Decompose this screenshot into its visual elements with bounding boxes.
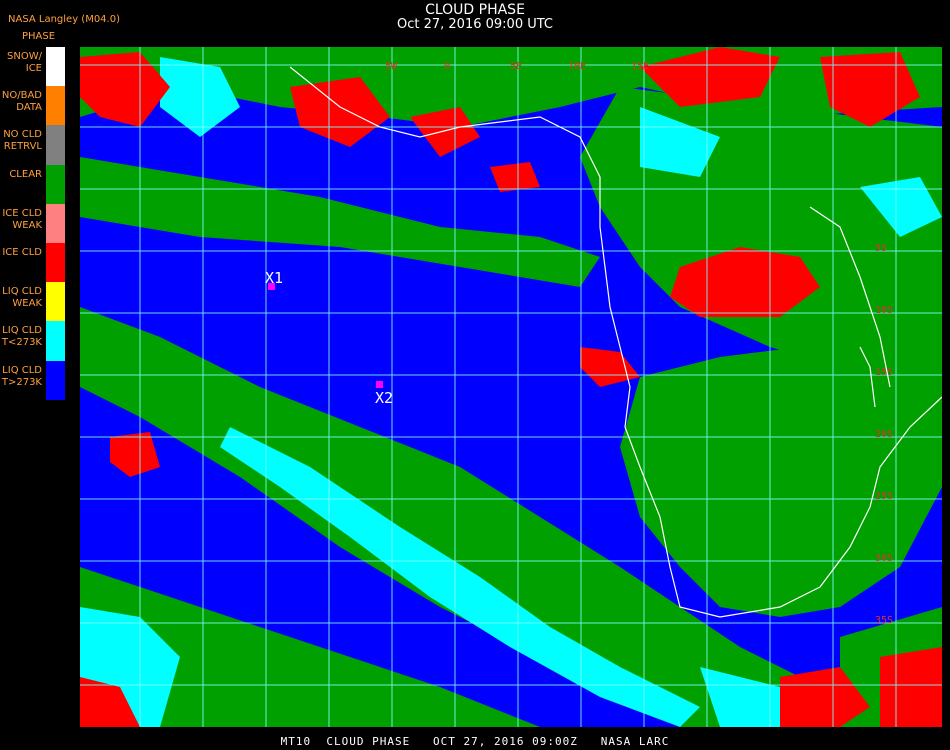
legend-item-liquid-cloud-weak: LIQ CLD WEAK <box>0 282 66 322</box>
legend-swatch <box>46 86 65 126</box>
legend-item-label: ICE CLD <box>2 246 42 258</box>
legend-item-liquid-cloud-cold: LIQ CLD T<273K <box>0 321 66 361</box>
lat-label: 30S <box>875 553 893 564</box>
legend-item-label: LIQ CLD T<273K <box>1 325 42 349</box>
legend-item-label: ICE CLD WEAK <box>2 207 42 231</box>
map-title: CLOUD PHASE <box>425 2 525 18</box>
lon-label: 5W <box>385 61 398 72</box>
producer-label: NASA Langley (M04.0) <box>8 14 120 25</box>
legend-item-label: CLEAR <box>9 168 42 180</box>
legend-swatch <box>46 321 65 361</box>
marker-x2-label: X2 <box>375 389 393 407</box>
footer-caption: MT10 CLOUD PHASE OCT 27, 2016 09:00Z NAS… <box>280 735 670 748</box>
legend-item-label: SNOW/ ICE <box>7 51 42 74</box>
legend-item-label: LIQ CLD T>273K <box>1 364 42 388</box>
legend-item-label: NO CLD RETRVL <box>3 129 42 153</box>
lat-label: 20S <box>875 429 893 440</box>
legend-title: PHASE <box>22 31 56 42</box>
lon-label: 15E <box>631 61 649 72</box>
legend-swatch <box>46 203 65 243</box>
legend-item-liquid-cloud-warm: LIQ CLD T>273K <box>0 360 66 400</box>
marker-x1-label: X1 <box>265 269 283 287</box>
legend-swatch <box>46 282 65 322</box>
legend-swatch <box>46 164 65 204</box>
lat-label: 25S <box>875 491 893 502</box>
legend-swatch <box>46 242 65 283</box>
legend-swatch <box>46 360 65 400</box>
lat-label: 10S <box>875 305 893 316</box>
cloud-phase-map[interactable]: 5W 0 5E 10E 15E 5S 10S 15S 20S 25S 30S 3… <box>80 47 942 727</box>
legend-item-ice-cloud: ICE CLD <box>0 242 66 283</box>
lon-label: 0 <box>444 61 450 72</box>
map-timestamp: Oct 27, 2016 09:00 UTC <box>397 17 553 32</box>
ice-region-far-se <box>880 647 942 727</box>
legend-item-label: LIQ CLD WEAK <box>2 286 42 310</box>
lon-label: 5E <box>510 61 522 72</box>
legend-item-label: NO/BAD DATA <box>1 90 42 114</box>
lon-label: 10E <box>568 61 586 72</box>
legend-swatch <box>46 125 65 165</box>
marker-x2-point[interactable] <box>376 381 383 388</box>
phase-legend: SNOW/ ICE NO/BAD DATA NO CLD RETRVL CLEA… <box>0 47 66 400</box>
lat-label: 5S <box>875 243 887 254</box>
legend-swatch <box>46 47 65 87</box>
legend-item-no-bad-data: NO/BAD DATA <box>0 86 66 126</box>
map-canvas: 5W 0 5E 10E 15E 5S 10S 15S 20S 25S 30S 3… <box>80 47 942 727</box>
legend-item-no-cloud-retrieval: NO CLD RETRVL <box>0 125 66 165</box>
legend-item-ice-cloud-weak: ICE CLD WEAK <box>0 203 66 243</box>
lat-label: 15S <box>875 367 893 378</box>
lat-label: 35S <box>875 615 893 626</box>
legend-item-snow-ice: SNOW/ ICE <box>0 47 66 87</box>
legend-item-clear: CLEAR <box>0 164 66 204</box>
